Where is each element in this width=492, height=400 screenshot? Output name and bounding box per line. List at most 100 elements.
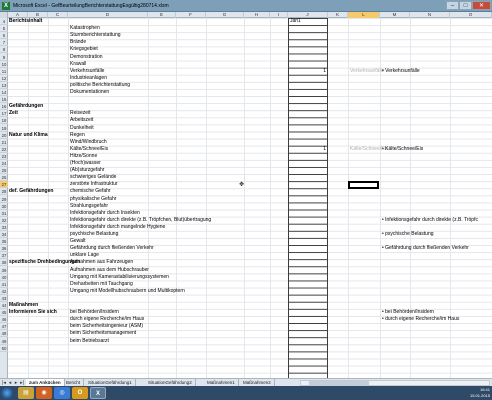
cell-d14[interactable]: Dokumentationen — [70, 89, 109, 96]
cell-d33[interactable]: Infektionsgefahr durch mangelnde Hygiene — [70, 224, 165, 231]
cell-l34[interactable]: • psychische Belastung — [382, 231, 434, 238]
cell-a45[interactable]: Informieren Sie sich — [9, 309, 57, 316]
cell-l32[interactable]: • Infektionsgefahr durch direkte (z.B. T… — [382, 217, 478, 224]
row-header-42[interactable]: 42 — [0, 288, 8, 295]
cell-d12[interactable]: Industrieanlagen — [70, 75, 107, 82]
row-header-50[interactable]: 50 — [0, 345, 8, 352]
row-header-24[interactable]: 24 — [0, 160, 8, 168]
row-header-46[interactable]: 46 — [0, 316, 8, 324]
row-header-4[interactable]: 4 — [0, 18, 8, 26]
cell-a16[interactable]: Gefährdungen — [9, 103, 43, 110]
system-clock[interactable]: 16:41 15.01.2015 — [450, 387, 490, 399]
cell-a20[interactable]: Natur und Klima — [9, 132, 48, 139]
cell-l36[interactable]: • Gefährdung durch fließenden Verkehr — [382, 245, 469, 252]
row-header-30[interactable]: 30 — [0, 203, 8, 210]
cell-d40[interactable]: Umgang mit Kamerastabilisierungssystemen — [70, 274, 169, 281]
cell-d9[interactable]: Demonstration — [70, 54, 103, 61]
row-header-13[interactable]: 13 — [0, 82, 8, 89]
row-header-12[interactable]: 12 — [0, 75, 8, 82]
row-header-8[interactable]: 8 — [0, 46, 8, 54]
outlook-icon[interactable]: O — [72, 387, 88, 399]
row-header-18[interactable]: 18 — [0, 117, 8, 125]
spreadsheet-grid[interactable]: Berichtsinhalt Jan1 Katastrophen Sturmberic… — [8, 18, 492, 378]
cell-d31[interactable]: Infektionsgefahr durch Insekten — [70, 210, 140, 217]
cell-j22[interactable]: 1 — [290, 146, 326, 153]
cell-l22[interactable]: • Kälte/Schnee/Eis — [382, 146, 423, 153]
minimize-button[interactable]: – — [446, 1, 459, 10]
row-header-39[interactable]: 39 — [0, 267, 8, 274]
maximize-button[interactable]: □ — [459, 1, 472, 10]
row-header-19[interactable]: 19 — [0, 125, 8, 132]
cell-d28[interactable]: chemische Gefahr — [70, 188, 111, 195]
row-header-49[interactable]: 49 — [0, 338, 8, 345]
row-header-29[interactable]: 29 — [0, 196, 8, 203]
cell-d37[interactable]: unklare Lage — [70, 252, 99, 259]
firefox-icon[interactable]: ◉ — [36, 387, 52, 399]
row-header-9[interactable]: 9 — [0, 54, 8, 61]
row-header-26[interactable]: 26 — [0, 174, 8, 182]
cell-d26[interactable]: schwieriges Gelände — [70, 174, 116, 181]
row-header-16[interactable]: 16 — [0, 103, 8, 111]
row-header-40[interactable]: 40 — [0, 274, 8, 281]
row-header-33[interactable]: 33 — [0, 224, 8, 231]
cell-d5[interactable]: Katastrophen — [70, 25, 100, 32]
row-header-37[interactable]: 37 — [0, 252, 8, 260]
row-header-14[interactable]: 14 — [0, 89, 8, 97]
row-header-10[interactable]: 10 — [0, 61, 8, 68]
row-header-34[interactable]: 34 — [0, 231, 8, 239]
cell-d21[interactable]: Wind/Windbruch — [70, 139, 107, 146]
row-header-48[interactable]: 48 — [0, 330, 8, 338]
cell-l46[interactable]: • durch eigene Recherche/im Haus — [382, 316, 459, 323]
explorer-icon[interactable]: ▤ — [18, 387, 34, 399]
cell-k11[interactable]: Verkehrsunfälle — [350, 68, 384, 75]
cell-l45[interactable]: • bei Behörden/Insidern — [382, 309, 434, 316]
cell-d47[interactable]: beim Sicherheitsingenieur (ASM) — [70, 323, 143, 330]
cell-d39[interactable]: Aufnahmen aus dem Hubschrauber — [70, 267, 149, 274]
cell-l11[interactable]: • Verkehrsunfälle — [382, 68, 420, 75]
row-header-28[interactable]: 28 — [0, 188, 8, 196]
row-header-6[interactable]: 6 — [0, 32, 8, 40]
excel-icon[interactable]: X — [90, 387, 106, 399]
row-header-36[interactable]: 36 — [0, 245, 8, 253]
row-header-41[interactable]: 41 — [0, 281, 8, 288]
cell-d18[interactable]: Arbeitszeit — [70, 117, 93, 124]
row-header-44[interactable]: 44 — [0, 302, 8, 310]
cell-d19[interactable]: Dunkelheit — [70, 125, 94, 132]
cell-d41[interactable]: Dreharbeiten mit Tauchgang — [70, 281, 133, 288]
cell-d49[interactable]: beim Betriebsarzt — [70, 338, 109, 345]
row-header-35[interactable]: 35 — [0, 238, 8, 246]
row-header-45[interactable]: 45 — [0, 309, 8, 317]
row-header-32[interactable]: 32 — [0, 217, 8, 224]
cell-d17[interactable]: Reisezeit — [70, 110, 91, 117]
cell-d48[interactable]: beim Sicherheitsmanagement — [70, 330, 136, 337]
row-header-38[interactable]: 38 — [0, 259, 8, 267]
row-header-7[interactable]: 7 — [0, 39, 8, 47]
row-header-22[interactable]: 22 — [0, 146, 8, 153]
close-button[interactable]: ✕ — [472, 1, 491, 10]
cell-a44[interactable]: Maßnahmen — [9, 302, 38, 309]
cell-d34[interactable]: psychische Belastung — [70, 231, 118, 238]
cell-d30[interactable]: Strahlungsgefahr — [70, 203, 108, 210]
cell-d45[interactable]: bei Behörden/Insidern — [70, 309, 119, 316]
cell-a4[interactable]: Berichtsinhalt — [9, 18, 42, 25]
cell-d42[interactable]: Umgang mit Modellhubschraubern und Multi… — [70, 288, 185, 295]
cell-d25[interactable]: (Ab)sturzgefahr — [70, 167, 104, 174]
cell-d32[interactable]: Infektionsgefahr durch direkte (z.B. Trö… — [70, 217, 211, 224]
row-header-20[interactable]: 20 — [0, 132, 8, 139]
excel-icon[interactable]: X — [2, 2, 10, 10]
active-cell-selection[interactable] — [348, 180, 379, 189]
chrome-icon[interactable]: ◎ — [54, 387, 70, 399]
row-header-11[interactable]: 11 — [0, 68, 8, 75]
cell-d8[interactable]: Kriegsgebiet — [70, 46, 98, 53]
cell-a28[interactable]: def. Gefährdungen — [9, 188, 53, 195]
cell-d10[interactable]: Krawall — [70, 61, 86, 68]
row-header-23[interactable]: 23 — [0, 153, 8, 160]
row-header-17[interactable]: 17 — [0, 110, 8, 118]
row-header-47[interactable]: 47 — [0, 323, 8, 331]
cell-d6[interactable]: Sturmberichterstattung — [70, 32, 121, 39]
cell-j11[interactable]: 1 — [290, 68, 326, 75]
cell-d22[interactable]: Kälte/Schnee/Eis — [70, 146, 108, 153]
cell-d29[interactable]: physikalische Gefahr — [70, 196, 116, 203]
row-header-27[interactable]: 27 — [0, 181, 8, 189]
cell-d35[interactable]: Gewalt — [70, 238, 86, 245]
